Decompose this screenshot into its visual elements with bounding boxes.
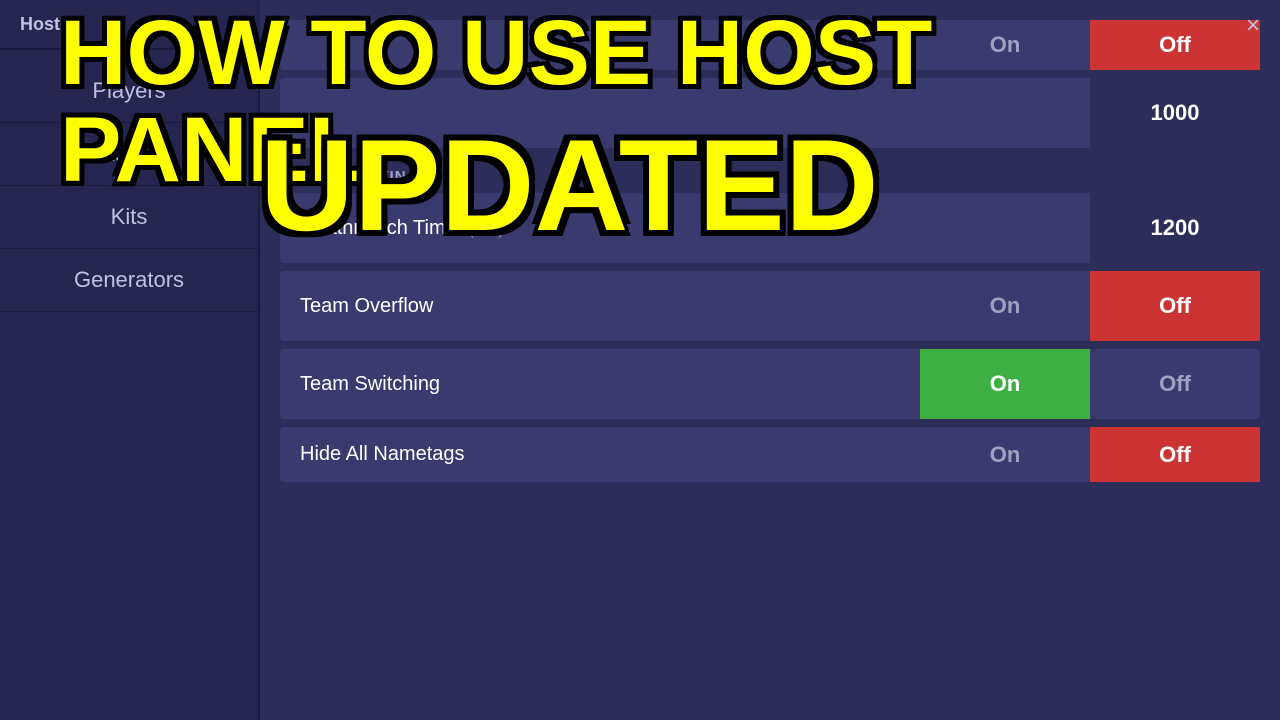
sidebar-item-generators[interactable]: Generators: [0, 249, 258, 312]
match-settings-header: MATCH SETTINGS: [280, 156, 1260, 193]
panel-title-text: Host: [20, 14, 60, 35]
top-off-button[interactable]: Off: [1090, 20, 1260, 70]
top-row: On Off: [280, 20, 1260, 70]
close-button[interactable]: ×: [1246, 12, 1260, 40]
deathmatch-time-label: Deathmatch Time (sec): [280, 217, 1090, 240]
host-panel: Host Players Items Kits Generators × On …: [0, 0, 1280, 720]
hide-nametags-off-button[interactable]: Off: [1090, 427, 1260, 482]
sidebar-item-players[interactable]: Players: [0, 60, 258, 123]
top-on-button[interactable]: On: [920, 20, 1090, 70]
team-overflow-label: Team Overflow: [280, 295, 920, 318]
deathmatch-time-value[interactable]: 1200: [1090, 193, 1260, 263]
team-overflow-on-button[interactable]: On: [920, 271, 1090, 341]
hide-nametags-label: Hide All Nametags: [280, 443, 920, 466]
team-switching-label: Team Switching: [280, 373, 920, 396]
team-overflow-row: Team Overflow On Off: [280, 271, 1260, 341]
team-overflow-off-button[interactable]: Off: [1090, 271, 1260, 341]
hide-nametags-row: Hide All Nametags On Off: [280, 427, 1260, 482]
deathmatch-time-row: Deathmatch Time (sec) 1200: [280, 193, 1260, 263]
sidebar-item-items[interactable]: Items: [0, 123, 258, 186]
sidebar: Host Players Items Kits Generators: [0, 0, 260, 720]
score-row: 1000: [280, 78, 1260, 148]
panel-title: Host: [0, 0, 260, 50]
team-switching-off-button[interactable]: Off: [1090, 349, 1260, 419]
content-area: On Off 1000 MATCH SETTINGS Deathmatch Ti…: [260, 0, 1280, 720]
score-value[interactable]: 1000: [1090, 78, 1260, 148]
sidebar-item-kits[interactable]: Kits: [0, 186, 258, 249]
team-switching-on-button[interactable]: On: [920, 349, 1090, 419]
hide-nametags-on-button[interactable]: On: [920, 427, 1090, 482]
team-switching-row: Team Switching On Off: [280, 349, 1260, 419]
